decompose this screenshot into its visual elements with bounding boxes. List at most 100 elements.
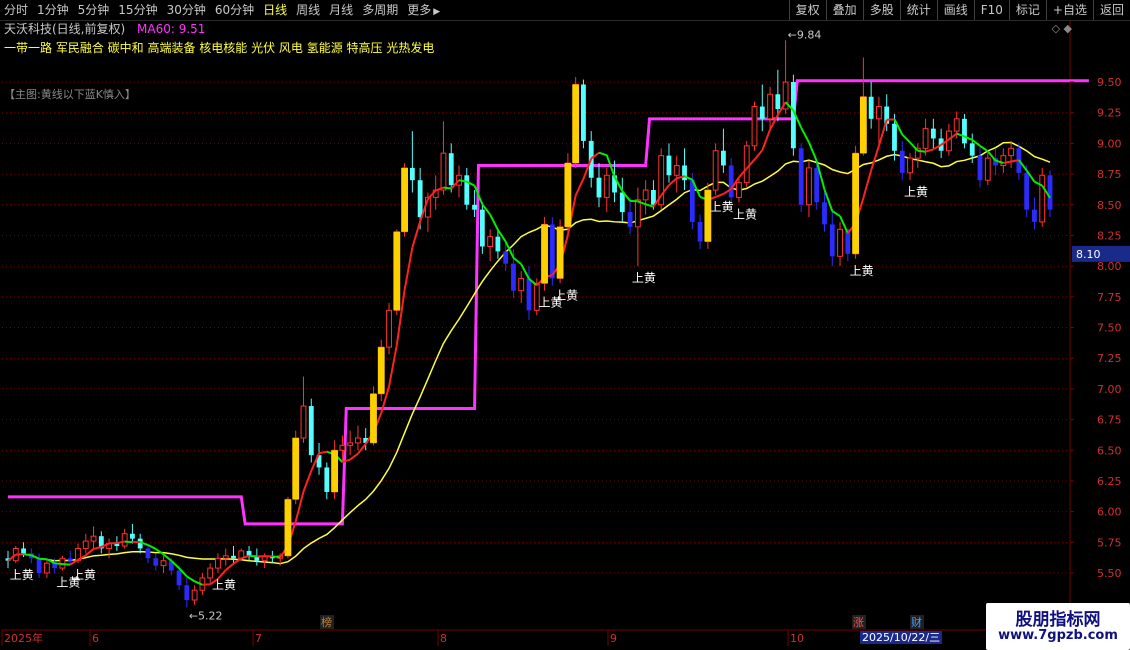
signal-bar xyxy=(370,393,377,443)
candle-body xyxy=(215,557,221,569)
candle-body xyxy=(479,209,485,247)
candle-body xyxy=(953,118,960,132)
candle-body xyxy=(90,535,97,542)
diamond-icon[interactable]: ◇ ◆ xyxy=(1052,22,1072,35)
period-tabs: 分时 1分钟 5分钟 15分钟 30分钟 60分钟 日线 周线 月线 多周期 更… xyxy=(4,0,449,20)
date-tick-label: 8 xyxy=(440,632,447,645)
candle xyxy=(1032,197,1037,230)
candle-body xyxy=(581,84,586,141)
tab-60min[interactable]: 60分钟 xyxy=(215,0,254,20)
top-toolbar: 分时 1分钟 5分钟 15分钟 30分钟 60分钟 日线 周线 月线 多周期 更… xyxy=(0,0,1130,21)
candle-body xyxy=(355,437,361,444)
stock-title[interactable]: 天沃科技(日线,前复权) xyxy=(4,22,125,36)
event-marker: 财 xyxy=(911,615,922,629)
candle-body xyxy=(798,148,804,205)
candle-body xyxy=(82,540,89,549)
tab-5min[interactable]: 5分钟 xyxy=(78,0,110,20)
statistics-button[interactable]: 统计 xyxy=(899,0,937,20)
candle-body xyxy=(1047,175,1053,210)
price-tick-label: 9.00 xyxy=(1097,137,1122,150)
candle-body xyxy=(837,228,843,257)
signal-label: 上黄 xyxy=(904,185,928,199)
f10-button[interactable]: F10 xyxy=(973,0,1009,20)
tab-more[interactable]: 更多 ▶ xyxy=(407,0,440,20)
add-watchlist-button[interactable]: +自选 xyxy=(1045,0,1093,20)
candle-body xyxy=(176,570,182,586)
tab-timeline[interactable]: 分时 xyxy=(4,0,28,20)
tab-more-label: 更多 xyxy=(407,3,432,17)
tab-daily[interactable]: 日线 xyxy=(263,0,287,20)
candle-body xyxy=(751,106,758,147)
candle xyxy=(409,131,415,193)
ma-short-segment xyxy=(147,544,157,550)
signal-label: 上黄 xyxy=(632,271,656,285)
signal-label: 上黄 xyxy=(554,288,578,302)
back-button[interactable]: 返回 xyxy=(1092,0,1130,20)
signal-label: 上黄 xyxy=(710,200,734,214)
draw-line-button[interactable]: 画线 xyxy=(936,0,974,20)
signal-markers: 上黄上黄上黄上黄上黄上黄上黄上黄上黄上黄上黄 xyxy=(10,84,928,592)
ma-short-segment xyxy=(901,133,911,144)
candle xyxy=(930,118,936,149)
candle xyxy=(153,553,159,571)
multi-stock-button[interactable]: 多股 xyxy=(862,0,900,20)
event-marker: 涨 xyxy=(853,616,864,629)
ma-long-path xyxy=(7,141,1051,565)
ma-short-segment xyxy=(520,263,530,280)
ma-short-segment xyxy=(489,214,499,231)
ma-short-segment xyxy=(925,148,934,153)
ma-short-segment xyxy=(155,548,165,556)
tab-1min[interactable]: 1分钟 xyxy=(37,0,69,20)
candle-body xyxy=(720,150,726,166)
ma-short-segment xyxy=(574,178,585,196)
date-tick-label: 7 xyxy=(255,632,262,645)
price-tick-label: 6.75 xyxy=(1097,414,1122,427)
candle xyxy=(798,143,804,213)
candle xyxy=(603,167,610,213)
price-tick-label: 6.50 xyxy=(1097,444,1122,457)
candle-body xyxy=(1032,209,1037,222)
candle-body xyxy=(487,236,494,247)
tab-weekly[interactable]: 周线 xyxy=(296,0,320,20)
date-tick-label: 10 xyxy=(790,632,804,645)
ma-long-line xyxy=(7,141,1051,565)
tab-30min[interactable]: 30分钟 xyxy=(167,0,206,20)
adjust-button[interactable]: 复权 xyxy=(788,0,826,20)
signal-label: 上黄 xyxy=(733,207,757,221)
indicator-label[interactable]: 【主图:黄线以下蓝K慎入】 xyxy=(4,88,136,102)
candle xyxy=(300,376,307,443)
tab-multi-period[interactable]: 多周期 xyxy=(362,0,398,20)
ma-short-segment xyxy=(831,210,841,217)
candle-body xyxy=(121,533,128,547)
candle xyxy=(347,430,354,456)
candle xyxy=(829,212,835,267)
candle xyxy=(907,153,913,181)
price-tick-label: 8.25 xyxy=(1097,229,1122,242)
candle-body xyxy=(160,560,167,567)
ma-short-segment xyxy=(598,151,608,157)
candle xyxy=(308,398,314,463)
overlay-button[interactable]: 叠加 xyxy=(825,0,863,20)
candle-body xyxy=(21,548,26,554)
tab-monthly[interactable]: 月线 xyxy=(329,0,353,20)
ma-short-segment xyxy=(349,452,359,461)
candle xyxy=(822,192,827,232)
candle-body xyxy=(892,123,897,151)
price-tick-label: 5.50 xyxy=(1097,567,1122,580)
candle-body xyxy=(207,567,214,579)
tab-15min[interactable]: 15分钟 xyxy=(118,0,157,20)
signal-label: 上黄 xyxy=(10,568,34,582)
candle-body xyxy=(1039,174,1046,223)
ma-short-segment xyxy=(909,141,919,152)
mark-button[interactable]: 标记 xyxy=(1008,0,1046,20)
ma-short-segment xyxy=(54,562,63,566)
candle xyxy=(160,555,167,573)
candle xyxy=(666,143,672,183)
signal-bar xyxy=(541,224,548,284)
date-badge: 2025/10/22/三 xyxy=(860,631,943,644)
concept-tags: 一带一路 军民融合 碳中和 高端装备 核电核能 光伏 风电 氢能源 特高压 光热… xyxy=(4,41,435,55)
ma-short-segment xyxy=(808,142,818,162)
candle-body xyxy=(634,199,641,228)
candle xyxy=(697,214,703,249)
watermark-url: www.7gpzb.com xyxy=(998,628,1118,643)
